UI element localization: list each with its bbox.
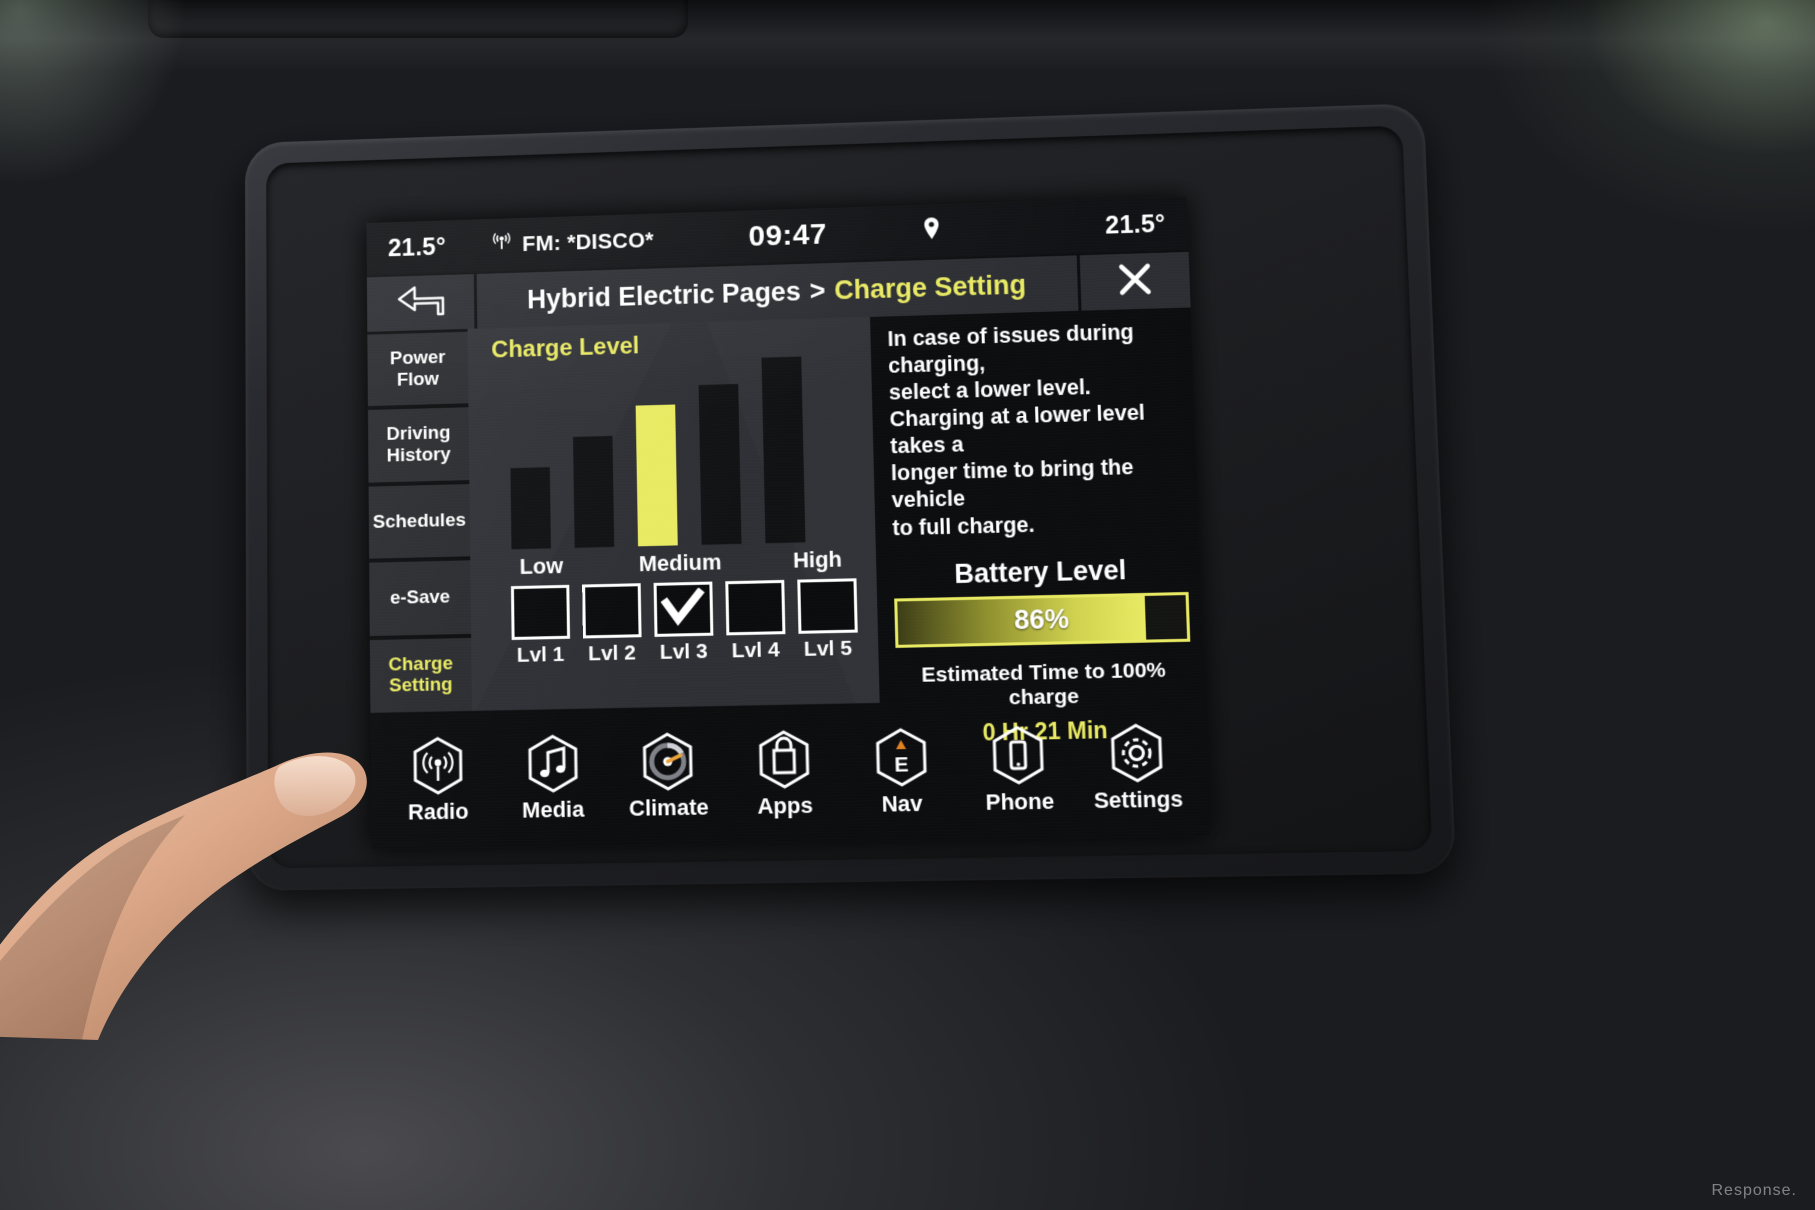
charge-level-checkbox-row: Lvl 1 Lvl 2 Lvl 3 Lvl 4 Lvl 5 xyxy=(486,572,878,669)
level-option-lvl-5[interactable]: Lvl 5 xyxy=(796,578,858,662)
level-option-lvl-1[interactable]: Lvl 1 xyxy=(510,584,570,668)
nav-item-label: Apps xyxy=(757,792,814,819)
sidebar-item-label: Driving History xyxy=(386,422,451,467)
phone-icon xyxy=(986,723,1051,787)
scale-label-medium: Medium xyxy=(638,549,722,577)
breadcrumb-current: Charge Setting xyxy=(833,269,1027,305)
sidebar-item-label: Power Flow xyxy=(389,347,446,391)
scale-label-high: High xyxy=(792,546,843,573)
nav-compass-icon: E xyxy=(869,725,933,789)
nav-item-label: Settings xyxy=(1093,786,1184,814)
level-option-lvl-2[interactable]: Lvl 2 xyxy=(581,583,642,666)
nav-item-label: Phone xyxy=(985,788,1055,816)
sidebar-item-label: Schedules xyxy=(372,509,467,533)
info-line: longer time to bring the vehicle xyxy=(890,455,1134,513)
charge-level-bar-chart xyxy=(484,354,876,550)
chart-bar[interactable] xyxy=(698,383,742,545)
battery-level-bar: 86% xyxy=(894,591,1191,648)
battery-percent-label: 86% xyxy=(1013,603,1070,635)
window-light-left xyxy=(0,0,200,200)
radio-source-label: FM: *DISCO* xyxy=(522,227,654,256)
info-line: Charging at a lower level takes a xyxy=(889,400,1146,459)
breadcrumb-separator: > xyxy=(809,275,826,306)
nav-item-apps[interactable]: Apps xyxy=(731,727,838,820)
checkbox-label: Lvl 2 xyxy=(588,641,637,666)
radio-status[interactable]: FM: *DISCO* xyxy=(491,226,654,258)
estimated-time-title: Estimated Time to 100% charge xyxy=(921,658,1167,710)
nav-item-label: Media xyxy=(521,796,585,823)
user-finger xyxy=(0,752,367,1040)
gear-icon xyxy=(1104,721,1170,786)
nav-item-label: Nav xyxy=(881,790,923,817)
breadcrumb: Hybrid Electric Pages > Charge Setting xyxy=(477,268,1078,317)
chart-bar[interactable] xyxy=(761,356,806,544)
back-arrow-icon xyxy=(395,283,446,323)
radio-signal-icon xyxy=(491,231,513,259)
checkbox[interactable] xyxy=(796,578,858,634)
charging-info-text: In case of issues during charging, selec… xyxy=(887,318,1186,542)
checkmark-icon xyxy=(661,586,706,631)
checkbox-label: Lvl 5 xyxy=(803,636,853,661)
checkbox-label: Lvl 3 xyxy=(659,639,708,664)
info-line: In case of issues during charging, xyxy=(887,320,1135,378)
close-x-icon xyxy=(1117,261,1153,301)
battery-level-title: Battery Level xyxy=(953,554,1127,589)
sidebar-item-label: e-Save xyxy=(389,586,451,609)
page-body: Power Flow Driving History Schedules e-S… xyxy=(367,307,1205,745)
clock: 09:47 xyxy=(748,217,828,253)
window-light-right xyxy=(1485,0,1815,230)
checkbox-label: Lvl 4 xyxy=(731,638,780,663)
checkbox[interactable] xyxy=(510,584,570,641)
climate-fan-icon xyxy=(636,730,699,794)
breadcrumb-parent[interactable]: Hybrid Electric Pages xyxy=(527,276,801,315)
battery-info-panel: In case of issues during charging, selec… xyxy=(873,307,1205,745)
level-option-lvl-4[interactable]: Lvl 4 xyxy=(724,579,785,664)
chart-bar[interactable] xyxy=(573,435,615,548)
charge-level-panel: Charge Level Low Medium High Lvl 1 Lvl 2… xyxy=(467,316,883,711)
outside-temp-left: 21.5° xyxy=(387,232,447,262)
close-button[interactable] xyxy=(1076,251,1191,311)
sidebar-item-driving-history[interactable]: Driving History xyxy=(367,407,470,483)
chart-bar-selected[interactable] xyxy=(635,404,678,547)
music-note-icon xyxy=(521,732,584,796)
svg-text:E: E xyxy=(894,753,909,777)
nav-item-climate[interactable]: Climate xyxy=(616,729,722,822)
map-pin-icon xyxy=(922,211,1073,246)
chart-bar[interactable] xyxy=(510,467,551,550)
dashboard-air-vent xyxy=(148,0,688,38)
photo-watermark: Response. xyxy=(1711,1182,1797,1199)
apps-box-icon xyxy=(752,727,816,791)
checkbox-label: Lvl 1 xyxy=(516,642,565,667)
uconnect-touchscreen[interactable]: 21.5° FM: *DISCO* 09:47 21.5° Hybrid Ele… xyxy=(366,196,1210,850)
sidebar-item-schedules[interactable]: Schedules xyxy=(368,483,471,559)
scale-label-low: Low xyxy=(519,553,564,579)
checkbox-checked[interactable] xyxy=(653,581,713,637)
checkbox[interactable] xyxy=(581,583,642,639)
checkbox[interactable] xyxy=(724,579,785,636)
cabin-temp-right: 21.5° xyxy=(1104,209,1166,240)
back-button[interactable] xyxy=(366,273,478,332)
sidebar-item-power-flow[interactable]: Power Flow xyxy=(367,331,469,407)
nav-item-media[interactable]: Media xyxy=(500,731,605,824)
level-option-lvl-3[interactable]: Lvl 3 xyxy=(653,581,713,665)
nav-item-label: Climate xyxy=(628,794,709,821)
